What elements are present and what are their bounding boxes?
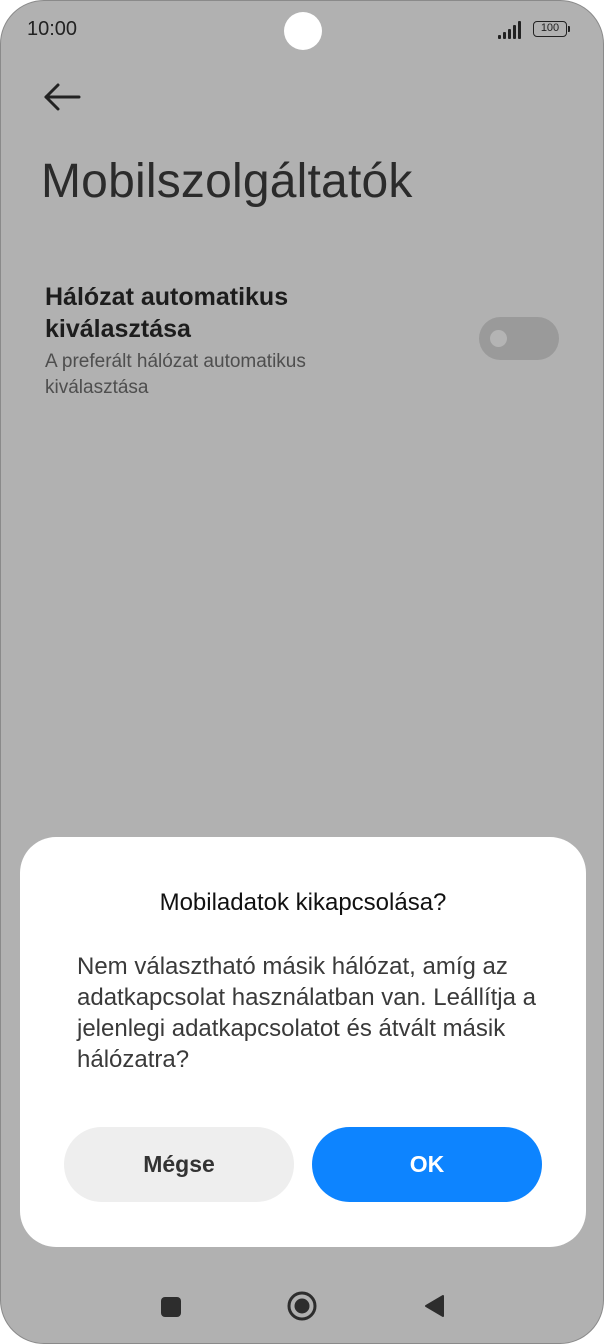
signal-icon (498, 21, 524, 39)
camera-cutout (284, 12, 322, 50)
page-title: Mobilszolgáltatók (41, 155, 413, 208)
status-time: 10:00 (27, 18, 78, 40)
confirm-dialog: Mobiladatok kikapcsolása? Nem választhat… (20, 837, 586, 1247)
cancel-button[interactable]: Mégse (64, 1127, 294, 1202)
dialog-message: Nem választható másik hálózat, amíg az a… (77, 953, 536, 1073)
auto-network-selection-row[interactable]: Hálózat automatikus kiválasztása A prefe… (45, 281, 565, 406)
setting-subtitle: A preferált hálózat automatikus kiválasz… (45, 351, 306, 398)
nav-back-triangle-icon[interactable] (423, 1294, 445, 1318)
ok-button[interactable]: OK (312, 1127, 542, 1202)
home-circle-icon[interactable] (287, 1291, 317, 1321)
battery-tip (568, 26, 570, 32)
battery-icon: 100 (533, 21, 567, 37)
auto-network-toggle[interactable] (479, 317, 559, 360)
back-arrow-icon[interactable] (41, 79, 85, 115)
toggle-knob (490, 330, 507, 347)
setting-title: Hálózat automatikus kiválasztása (45, 283, 289, 343)
recent-apps-square-icon[interactable] (161, 1297, 181, 1317)
phone-screen: 10:00 100 Mobilszolgáltatók Hálózat auto… (0, 0, 604, 1344)
dialog-title: Mobiladatok kikapcsolása? (159, 889, 447, 916)
